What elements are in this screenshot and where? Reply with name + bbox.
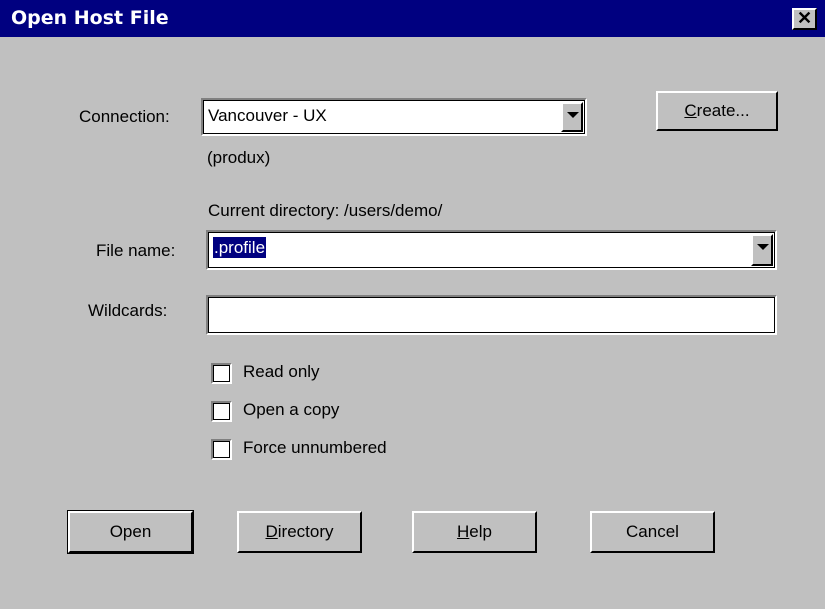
force-unnumbered-checkbox[interactable]	[211, 439, 232, 460]
open-a-copy-label: Open a copy	[243, 400, 340, 419]
chevron-down-icon[interactable]	[751, 234, 773, 266]
connection-value: Vancouver - UX	[208, 106, 327, 125]
connection-dropdown[interactable]: Vancouver - UX	[201, 98, 587, 136]
read-only-checkbox[interactable]	[211, 363, 232, 384]
close-icon: ✕	[796, 8, 813, 28]
create-accel: C	[684, 101, 697, 120]
close-button[interactable]: ✕	[792, 8, 817, 30]
help-accel: H	[457, 522, 470, 541]
file-name-value[interactable]: .profile	[213, 237, 267, 258]
window-title: Open Host File	[11, 7, 169, 29]
file-name-label: File name:	[96, 241, 176, 260]
create-label: reate...	[696, 101, 750, 120]
wildcards-label: Wildcards:	[88, 301, 168, 320]
current-directory: Current directory: /users/demo/	[208, 201, 443, 220]
connection-label: Connection:	[79, 107, 170, 126]
force-unnumbered-label: Force unnumbered	[243, 438, 387, 457]
create-button[interactable]: Create...	[656, 91, 778, 131]
directory-accel: D	[265, 522, 278, 541]
read-only-label: Read only	[243, 362, 320, 381]
directory-label: irectory	[277, 522, 334, 541]
cancel-button[interactable]: Cancel	[590, 511, 715, 553]
file-name-combobox[interactable]: .profile	[206, 230, 777, 270]
connection-host: (produx)	[207, 148, 271, 167]
open-host-file-dialog: Open Host File ✕ Connection: Vancouver -…	[0, 0, 825, 609]
open-label: Open	[109, 522, 152, 541]
chevron-down-icon[interactable]	[561, 102, 583, 132]
directory-button[interactable]: Directory	[237, 511, 362, 553]
title-bar[interactable]: Open Host File ✕	[0, 0, 825, 37]
wildcards-input[interactable]	[206, 295, 777, 335]
help-label: elp	[469, 522, 492, 541]
open-button[interactable]: Open	[67, 510, 194, 554]
cancel-label: Cancel	[626, 522, 679, 541]
help-button[interactable]: Help	[412, 511, 537, 553]
open-a-copy-checkbox[interactable]	[211, 401, 232, 422]
